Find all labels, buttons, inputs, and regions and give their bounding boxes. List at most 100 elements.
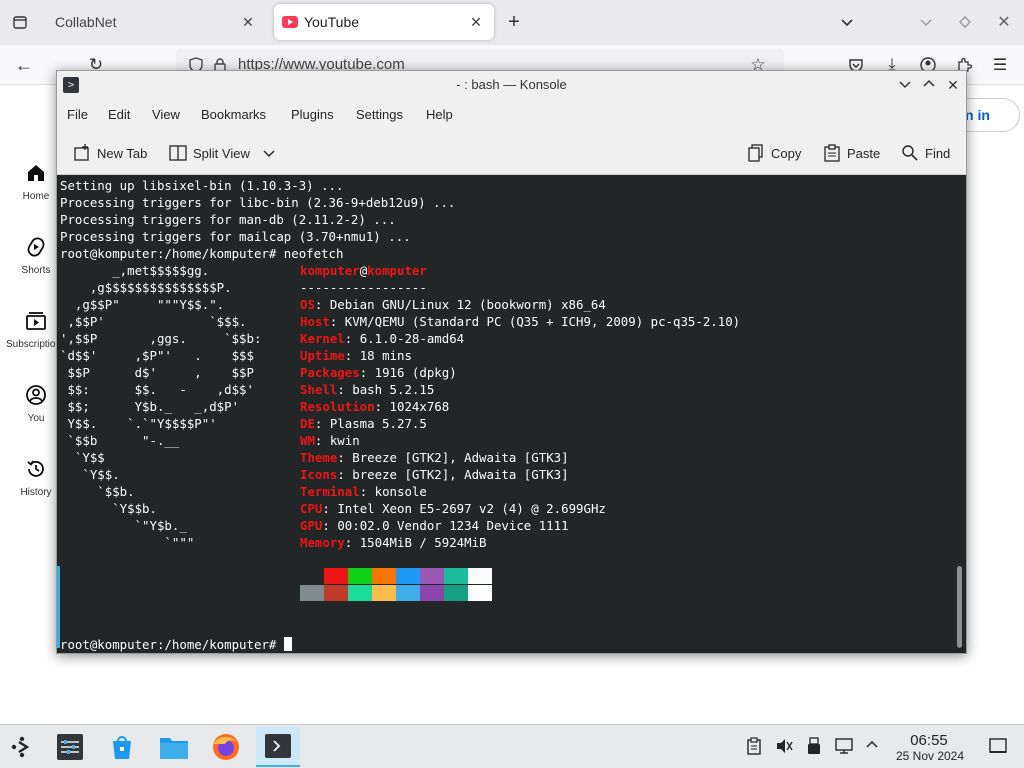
toolbar: New Tab Split View Copy Paste Find — [57, 131, 966, 175]
field-value: bash 5.2.15 — [352, 382, 435, 397]
clock-time[interactable]: 06:55 — [896, 732, 962, 749]
debian-logo-line: ',$$P ,ggs. `$$b: — [60, 331, 262, 346]
palette-swatch — [372, 568, 396, 584]
field-value: Plasma 5.27.5 — [329, 416, 427, 431]
minimize-icon[interactable] — [914, 10, 938, 34]
menu-file[interactable]: File — [67, 107, 88, 122]
taskbar: 06:55 25 Nov 2024 — [0, 724, 1024, 768]
youtube-icon — [282, 16, 298, 28]
menu-settings[interactable]: Settings — [356, 107, 403, 122]
paste-label: Paste — [847, 145, 881, 161]
subscriptions-icon — [26, 312, 46, 330]
menu-bookmarks[interactable]: Bookmarks — [201, 107, 266, 122]
maximize-icon[interactable] — [953, 10, 977, 34]
tab-youtube[interactable]: YouTube ✕ — [274, 4, 494, 40]
field-value: Intel Xeon E5-2697 v2 (4) @ 2.699GHz — [337, 501, 606, 516]
minimize-icon[interactable] — [895, 75, 915, 95]
terminal-view[interactable]: Setting up libsixel-bin (1.10.3-3) ... P… — [57, 176, 966, 653]
sidebar-item-label: Home — [22, 191, 50, 202]
debian-logo-line: `d$$' ,$P"' . $$$ — [60, 348, 254, 363]
task-konsole[interactable] — [256, 727, 300, 767]
field-value: 18 mins — [359, 348, 412, 363]
new-tab-icon[interactable]: + — [502, 10, 526, 34]
neofetch-separator: ----------------- — [300, 280, 427, 295]
neofetch-field-packages: Packages: 1916 (dpkg) — [300, 365, 457, 380]
tab-list-icon[interactable] — [8, 10, 32, 34]
sign-in-label: n in — [965, 107, 990, 123]
paste-button[interactable]: Paste — [823, 143, 880, 163]
field-value: Debian GNU/Linux 12 (bookworm) x86_64 — [329, 297, 606, 312]
terminal-line: Processing triggers for mailcap (3.70+nm… — [60, 229, 411, 244]
neofetch-field-uptime: Uptime: 18 mins — [300, 348, 412, 363]
neofetch-field-memory: Memory: 1504MiB / 5924MiB — [300, 535, 487, 550]
konsole-app-icon — [265, 734, 291, 758]
user-icon — [26, 385, 46, 405]
neofetch-field-cpu: CPU: Intel Xeon E5-2697 v2 (4) @ 2.699GH… — [300, 501, 606, 516]
clock-date[interactable]: 25 Nov 2024 — [888, 749, 972, 763]
neofetch-title: komputer@komputer — [300, 262, 427, 279]
debian-logo-line: $$P d$' , $$P — [60, 365, 254, 380]
find-button[interactable]: Find — [901, 143, 950, 163]
terminal-line: Processing triggers for man-db (2.11.2-2… — [60, 212, 396, 227]
field-key: Packages — [300, 365, 360, 380]
field-key: Uptime — [300, 348, 345, 363]
menu-view[interactable]: View — [152, 107, 180, 122]
palette-swatch — [396, 585, 420, 601]
folder-app-icon — [160, 738, 188, 759]
field-key: OS — [300, 297, 315, 312]
debian-logo-line: ,g$$P" """Y$$.". — [60, 297, 225, 312]
new-tab-button[interactable]: New Tab — [73, 143, 147, 163]
new-tab-icon — [74, 144, 89, 161]
neofetch-field-de: DE: Plasma 5.27.5 — [300, 416, 427, 431]
neofetch-field-terminal: Terminal: konsole — [300, 484, 427, 499]
neofetch-user: komputer — [300, 263, 360, 278]
copy-button[interactable]: Copy — [747, 143, 801, 163]
palette-swatch — [396, 568, 420, 584]
sidebar-item-label: You — [27, 413, 45, 424]
chevron-up-icon[interactable] — [862, 737, 882, 757]
tab-collabnet[interactable]: CollabNet ✕ — [44, 4, 266, 40]
color-palette — [300, 568, 492, 602]
neofetch-field-os: OS: Debian GNU/Linux 12 (bookworm) x86_6… — [300, 297, 606, 312]
scrollbar[interactable] — [957, 566, 962, 648]
find-label: Find — [925, 145, 951, 161]
text-cursor — [283, 637, 292, 651]
menu-edit[interactable]: Edit — [108, 107, 130, 122]
maximize-icon[interactable] — [919, 75, 939, 95]
clipboard-icon[interactable] — [744, 737, 764, 757]
volume-muted-icon[interactable] — [774, 737, 794, 757]
task-firefox[interactable] — [204, 727, 248, 767]
debian-logo-line: ,$$P' `$$$. — [60, 314, 247, 329]
close-icon[interactable]: ✕ — [238, 12, 258, 32]
palette-swatch — [300, 568, 324, 584]
show-desktop-icon[interactable] — [988, 737, 1008, 757]
debian-logo-line: $$; Y$b._ _,d$P' — [60, 399, 240, 414]
konsole-title-bar[interactable]: > - : bash — Konsole ✕ — [57, 71, 966, 99]
menu-help[interactable]: Help — [426, 107, 453, 122]
menu-plugins[interactable]: Plugins — [291, 107, 334, 122]
back-icon[interactable]: ← — [12, 53, 36, 77]
terminal-line: root@komputer:/home/komputer# neofetch — [60, 246, 344, 261]
copy-icon — [748, 144, 763, 162]
network-icon[interactable] — [834, 737, 854, 757]
app-launcher-button[interactable] — [0, 727, 44, 767]
neofetch-host: komputer — [367, 263, 427, 278]
menu-icon[interactable]: ☰ — [988, 53, 1012, 77]
usb-device-icon[interactable] — [804, 737, 824, 757]
field-key: Memory — [300, 535, 345, 550]
close-window-icon[interactable]: ✕ — [992, 10, 1016, 34]
split-view-button[interactable]: Split View — [169, 143, 276, 163]
chevron-down-icon[interactable] — [835, 10, 859, 34]
close-icon[interactable]: ✕ — [466, 12, 486, 32]
field-value: Breeze [GTK2], Adwaita [GTK3] — [352, 450, 569, 465]
task-discover[interactable] — [100, 727, 144, 767]
task-dolphin[interactable] — [152, 727, 196, 767]
terminal-line: Setting up libsixel-bin (1.10.3-3) ... — [60, 178, 344, 193]
task-system-settings[interactable] — [48, 727, 92, 767]
chevron-down-icon[interactable] — [262, 146, 276, 160]
field-value: 1024x768 — [389, 399, 450, 414]
paste-icon — [824, 144, 840, 162]
close-icon[interactable]: ✕ — [943, 75, 963, 95]
debian-logo-line: `""" — [60, 535, 195, 550]
field-key: DE — [300, 416, 315, 431]
